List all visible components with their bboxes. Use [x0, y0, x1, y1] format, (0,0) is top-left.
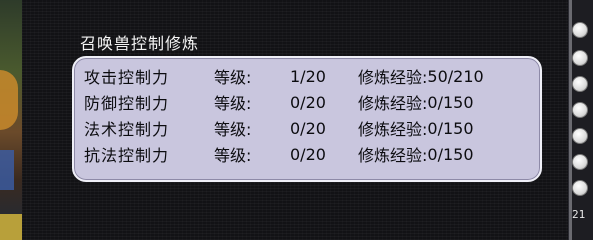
panel-title: 召唤兽控制修炼 — [80, 34, 200, 53]
level-value: 0/20 — [290, 92, 326, 112]
scene-decoration — [0, 70, 18, 130]
stat-name: 防御控制力 — [84, 94, 170, 113]
sidebar-button[interactable] — [572, 102, 588, 118]
right-sidebar: 21 — [568, 0, 593, 240]
exp-label: 修炼经验: — [358, 120, 428, 139]
exp-label: 修炼经验: — [358, 68, 428, 87]
level-value: 0/20 — [290, 144, 326, 164]
level-label: 等级: — [214, 94, 252, 113]
control-stats-box: 攻击控制力 等级: 1/20 修炼经验: 50/210 防御控制力 等级: 0/… — [72, 56, 542, 182]
exp-label: 修炼经验: — [358, 146, 428, 165]
sidebar-button[interactable] — [572, 128, 588, 144]
sidebar-button[interactable] — [572, 76, 588, 92]
sidebar-button[interactable] — [572, 180, 588, 196]
level-label: 等级: — [214, 68, 252, 87]
stat-name: 抗法控制力 — [84, 146, 170, 165]
exp-label: 修炼经验: — [358, 94, 428, 113]
scene-decoration — [0, 214, 22, 240]
game-scene-left — [0, 0, 22, 240]
level-value: 0/20 — [290, 118, 326, 138]
stat-row-defense: 防御控制力 等级: 0/20 修炼经验: 0/150 — [84, 89, 474, 115]
scene-decoration — [0, 150, 14, 190]
stat-name: 法术控制力 — [84, 120, 170, 139]
exp-value: 50/210 — [427, 66, 484, 86]
level-label: 等级: — [214, 120, 252, 139]
exp-value: 0/150 — [427, 92, 474, 112]
exp-value: 0/150 — [427, 144, 474, 164]
sidebar-number: 21 — [572, 208, 586, 221]
summon-control-panel: 召唤兽控制修炼 攻击控制力 等级: 1/20 修炼经验: 50/210 防御控制… — [22, 0, 568, 240]
stat-row-attack: 攻击控制力 等级: 1/20 修炼经验: 50/210 — [84, 63, 484, 89]
stat-row-resist: 抗法控制力 等级: 0/20 修炼经验: 0/150 — [84, 141, 474, 167]
stat-row-magic: 法术控制力 等级: 0/20 修炼经验: 0/150 — [84, 115, 474, 141]
sidebar-button[interactable] — [572, 50, 588, 66]
exp-value: 0/150 — [427, 118, 474, 138]
sidebar-button[interactable] — [572, 22, 588, 38]
sidebar-edge — [569, 0, 572, 240]
sidebar-button[interactable] — [572, 154, 588, 170]
stat-name: 攻击控制力 — [84, 68, 170, 87]
level-value: 1/20 — [290, 66, 326, 86]
level-label: 等级: — [214, 146, 252, 165]
